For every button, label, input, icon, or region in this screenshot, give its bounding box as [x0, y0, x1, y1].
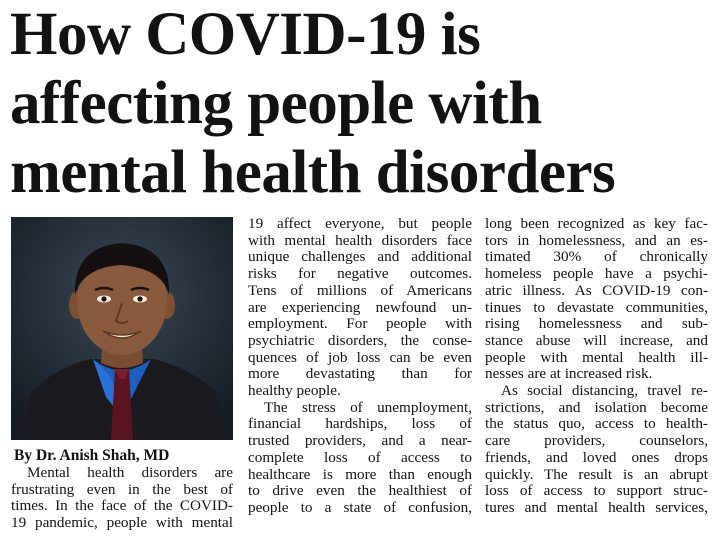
text-line: homeless people have a psychi- [485, 265, 708, 283]
text-line: quences of job loss can be even [248, 348, 472, 366]
text-line: people to a state of confusion, [248, 498, 472, 516]
text-line: with mental health disorders face [248, 231, 472, 249]
text-line: complete loss of access to [248, 448, 472, 466]
text-line: financial hardships, loss of [248, 415, 472, 433]
text-line: Tens of millions of Americans [248, 281, 472, 299]
text-line: frustrating even in the best of [11, 480, 233, 498]
text-line: The stress of unemployment, [264, 398, 472, 416]
text-line: As social distancing, travel re- [501, 382, 708, 400]
text-line: healthy people. [248, 382, 341, 400]
text-line: tures and mental health services, [485, 498, 708, 516]
text-line: long been recognized as key fac- [485, 215, 708, 232]
headline-line: mental health disorders [10, 139, 616, 206]
text-line: psychiatric disorders, the conse- [248, 331, 472, 349]
text-line: trusted providers, and a near- [248, 432, 472, 450]
article-column-2: 19 affect everyone, but people with menta… [248, 215, 472, 517]
headline: How COVID-19 is affecting people with me… [10, 0, 710, 207]
byline: By Dr. Anish Shah, MD [14, 447, 170, 464]
text-line: the status quo, access to health- [485, 415, 708, 433]
text-line: stance abuse will increase, and [485, 331, 708, 349]
text-line: care providers, counselors, [485, 432, 708, 450]
text-line: healthcare is more than enough [248, 465, 472, 483]
text-line: more devastating than for [248, 365, 472, 383]
text-line: friends, and loved ones drops [485, 448, 708, 466]
text-line: Mental health disorders are [27, 464, 233, 481]
article-column-3: long been recognized as key fac-tors in … [485, 215, 708, 517]
text-line: 19 pandemic, people with mental [11, 514, 233, 532]
text-line: times. In the face of the COVID- [11, 497, 233, 515]
text-line: nesses are at increased risk. [485, 365, 653, 383]
headline-line: How COVID-19 is [10, 1, 481, 68]
text-line: unique challenges and additional [248, 248, 472, 266]
text-line: employment. For people with [248, 315, 472, 333]
text-line: quickly. The result is an abrupt [485, 465, 708, 483]
headline-line: affecting people with [10, 70, 542, 137]
text-line: timated 30% of chronically [485, 248, 708, 266]
text-line: to drive even the healthiest of [248, 482, 472, 500]
text-line: rising homelessness and sub- [485, 315, 708, 333]
text-line: strictions, and isolation become [485, 398, 708, 416]
text-line: loss of access to support struc- [485, 482, 708, 500]
article-column-1: Mental health disorders are frustrating e… [11, 464, 233, 532]
text-line: tors in homelessness, and an es- [485, 231, 708, 249]
text-line: are experiencing newfound un- [248, 298, 472, 316]
text-line: risks for negative outcomes. [248, 265, 472, 283]
text-line: 19 affect everyone, but people [248, 215, 472, 232]
text-line: tinues to devastate communities, [485, 298, 708, 316]
author-photo-illustration [11, 217, 233, 440]
text-line: people with mental health ill- [485, 348, 708, 366]
author-photo [11, 217, 233, 440]
text-line: atric illness. As COVID-19 con- [485, 281, 708, 299]
